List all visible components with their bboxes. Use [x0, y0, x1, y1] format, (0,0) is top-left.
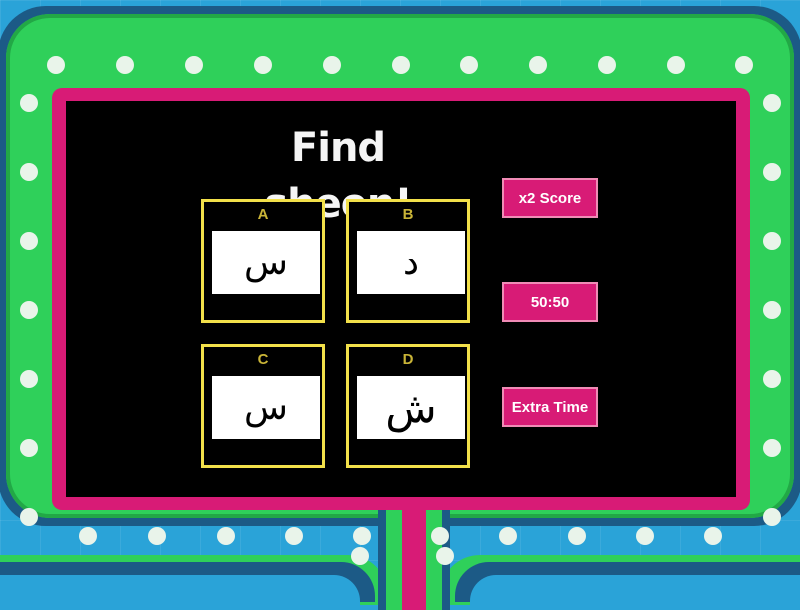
- frame-light-dot: [20, 94, 38, 112]
- double-score-button[interactable]: x2 Score: [502, 178, 598, 218]
- lower-floor-right: [470, 575, 800, 605]
- frame-light-dot: [763, 508, 781, 526]
- frame-light-dot: [20, 370, 38, 388]
- extra-time-button[interactable]: Extra Time: [502, 387, 598, 427]
- frame-light-dot: [529, 56, 547, 74]
- frame-light-dot: [598, 56, 616, 74]
- frame-light-dot: [460, 56, 478, 74]
- frame-light-dot: [20, 163, 38, 181]
- frame-light-dot: [763, 163, 781, 181]
- answer-b-glyph: د: [402, 241, 420, 283]
- frame-light-dot: [704, 527, 722, 545]
- answer-d-letter: D: [402, 351, 414, 368]
- frame-light-dot: [254, 56, 272, 74]
- answer-a-card: س: [212, 231, 320, 294]
- lower-floor-left: [0, 575, 360, 605]
- answer-b-letter: B: [402, 206, 414, 223]
- answer-a-glyph: س: [244, 241, 288, 283]
- answer-b-box[interactable]: B د: [346, 199, 470, 323]
- frame-light-dot: [763, 439, 781, 457]
- frame-light-dot: [47, 56, 65, 74]
- frame-light-dot: [285, 527, 303, 545]
- frame-light-dot: [763, 301, 781, 319]
- frame-light-dot: [351, 547, 369, 565]
- frame-light-dot: [20, 508, 38, 526]
- frame-light-dot: [185, 56, 203, 74]
- question-text: Find sheen!: [264, 125, 412, 227]
- frame-light-dot: [499, 527, 517, 545]
- frame-light-dot: [763, 370, 781, 388]
- frame-light-dot: [763, 94, 781, 112]
- fifty-fifty-button[interactable]: 50:50: [502, 282, 598, 322]
- frame-light-dot: [79, 527, 97, 545]
- frame-light-dot: [636, 527, 654, 545]
- frame-light-dot: [763, 232, 781, 250]
- frame-light-dot: [20, 232, 38, 250]
- frame-light-dot: [353, 527, 371, 545]
- frame-light-dot: [392, 56, 410, 74]
- frame-light-dot: [436, 547, 454, 565]
- answer-d-glyph: ش: [385, 382, 437, 432]
- frame-light-dot: [735, 56, 753, 74]
- answer-c-box[interactable]: C س: [201, 344, 325, 468]
- frame-light-dot: [20, 301, 38, 319]
- frame-light-dot: [148, 527, 166, 545]
- game-stage: Find sheen! A س B د C س D ش x2 Score 50:…: [0, 0, 800, 610]
- frame-light-dot: [568, 527, 586, 545]
- frame-light-dot: [431, 527, 449, 545]
- answer-a-letter: A: [257, 206, 269, 223]
- answer-c-card: س: [212, 376, 320, 439]
- frame-light-dot: [116, 56, 134, 74]
- answer-d-box[interactable]: D ش: [346, 344, 470, 468]
- answer-c-glyph: س: [244, 386, 288, 428]
- frame-light-dot: [323, 56, 341, 74]
- frame-light-dot: [667, 56, 685, 74]
- frame-light-dot: [217, 527, 235, 545]
- answer-a-box[interactable]: A س: [201, 199, 325, 323]
- answer-d-card: ش: [357, 376, 465, 439]
- frame-light-dot: [20, 439, 38, 457]
- answer-b-card: د: [357, 231, 465, 294]
- answer-c-letter: C: [257, 351, 269, 368]
